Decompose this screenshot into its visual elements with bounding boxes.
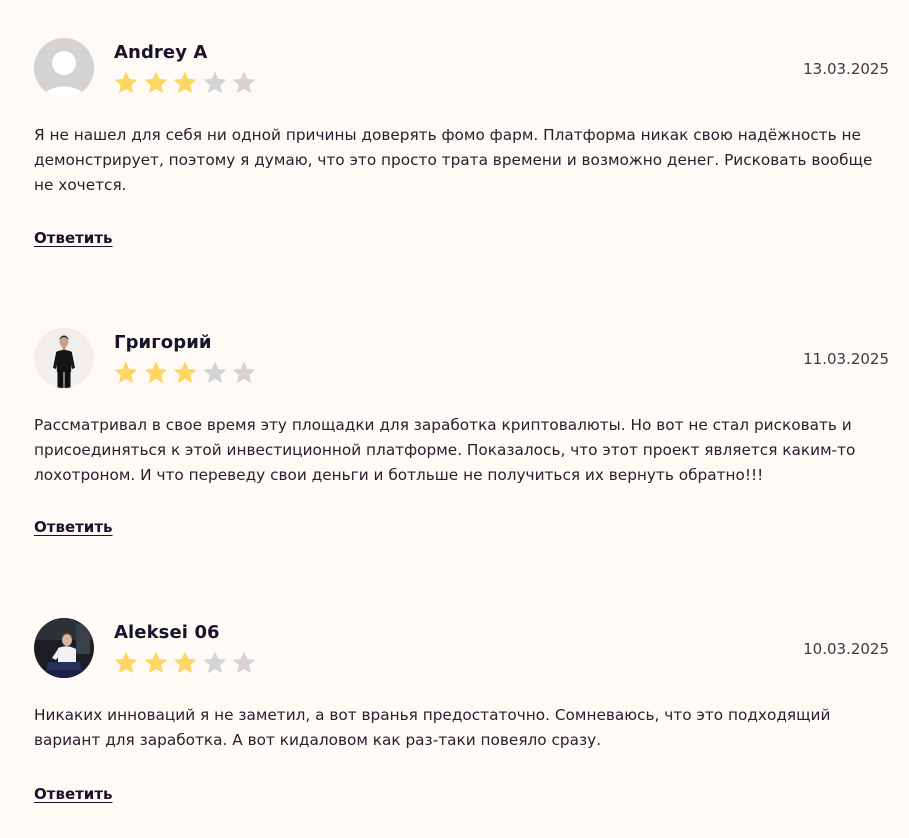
review-card: Aleksei 06 10.03.2025 Никаких инноваций … — [34, 618, 889, 803]
review-text: Никаких инноваций я не заметил, а вот вр… — [34, 706, 831, 749]
review-header: Григорий 11.03.2025 — [34, 328, 889, 392]
review-text: Я не нашел для себя ни одной причины дов… — [34, 126, 873, 194]
avatar — [34, 328, 94, 388]
rating-stars — [113, 360, 261, 386]
star-filled-icon — [143, 360, 169, 386]
star-empty-icon — [231, 70, 257, 96]
star-filled-icon — [172, 70, 198, 96]
review-author: Aleksei 06 — [114, 622, 220, 643]
star-filled-icon — [143, 70, 169, 96]
review-card: Andrey A 13.03.2025 Я не нашел для себя … — [34, 38, 889, 247]
review-text: Рассматривал в свое время эту площадки д… — [34, 416, 856, 484]
reply-link[interactable]: Ответить — [34, 785, 113, 803]
star-empty-icon — [231, 650, 257, 676]
star-empty-icon — [202, 360, 228, 386]
review-card: Григорий 11.03.2025 Рассматривал в свое … — [34, 328, 889, 536]
star-empty-icon — [202, 650, 228, 676]
star-filled-icon — [113, 360, 139, 386]
review-date: 11.03.2025 — [803, 350, 889, 368]
rating-stars — [113, 650, 261, 676]
user-photo-icon — [34, 328, 94, 388]
default-user-icon — [34, 38, 94, 98]
reply-link[interactable]: Ответить — [34, 229, 113, 247]
user-photo-icon — [34, 618, 94, 678]
rating-stars — [113, 70, 261, 96]
star-filled-icon — [113, 70, 139, 96]
review-header: Aleksei 06 10.03.2025 — [34, 618, 889, 682]
review-header: Andrey A 13.03.2025 — [34, 38, 889, 102]
review-author: Andrey A — [114, 42, 208, 63]
avatar — [34, 38, 94, 98]
review-date: 13.03.2025 — [803, 60, 889, 78]
star-filled-icon — [172, 650, 198, 676]
star-empty-icon — [231, 360, 257, 386]
avatar — [34, 618, 94, 678]
star-filled-icon — [143, 650, 169, 676]
review-date: 10.03.2025 — [803, 640, 889, 658]
review-author: Григорий — [114, 332, 212, 353]
star-filled-icon — [172, 360, 198, 386]
reply-link[interactable]: Ответить — [34, 518, 113, 536]
star-empty-icon — [202, 70, 228, 96]
star-filled-icon — [113, 650, 139, 676]
